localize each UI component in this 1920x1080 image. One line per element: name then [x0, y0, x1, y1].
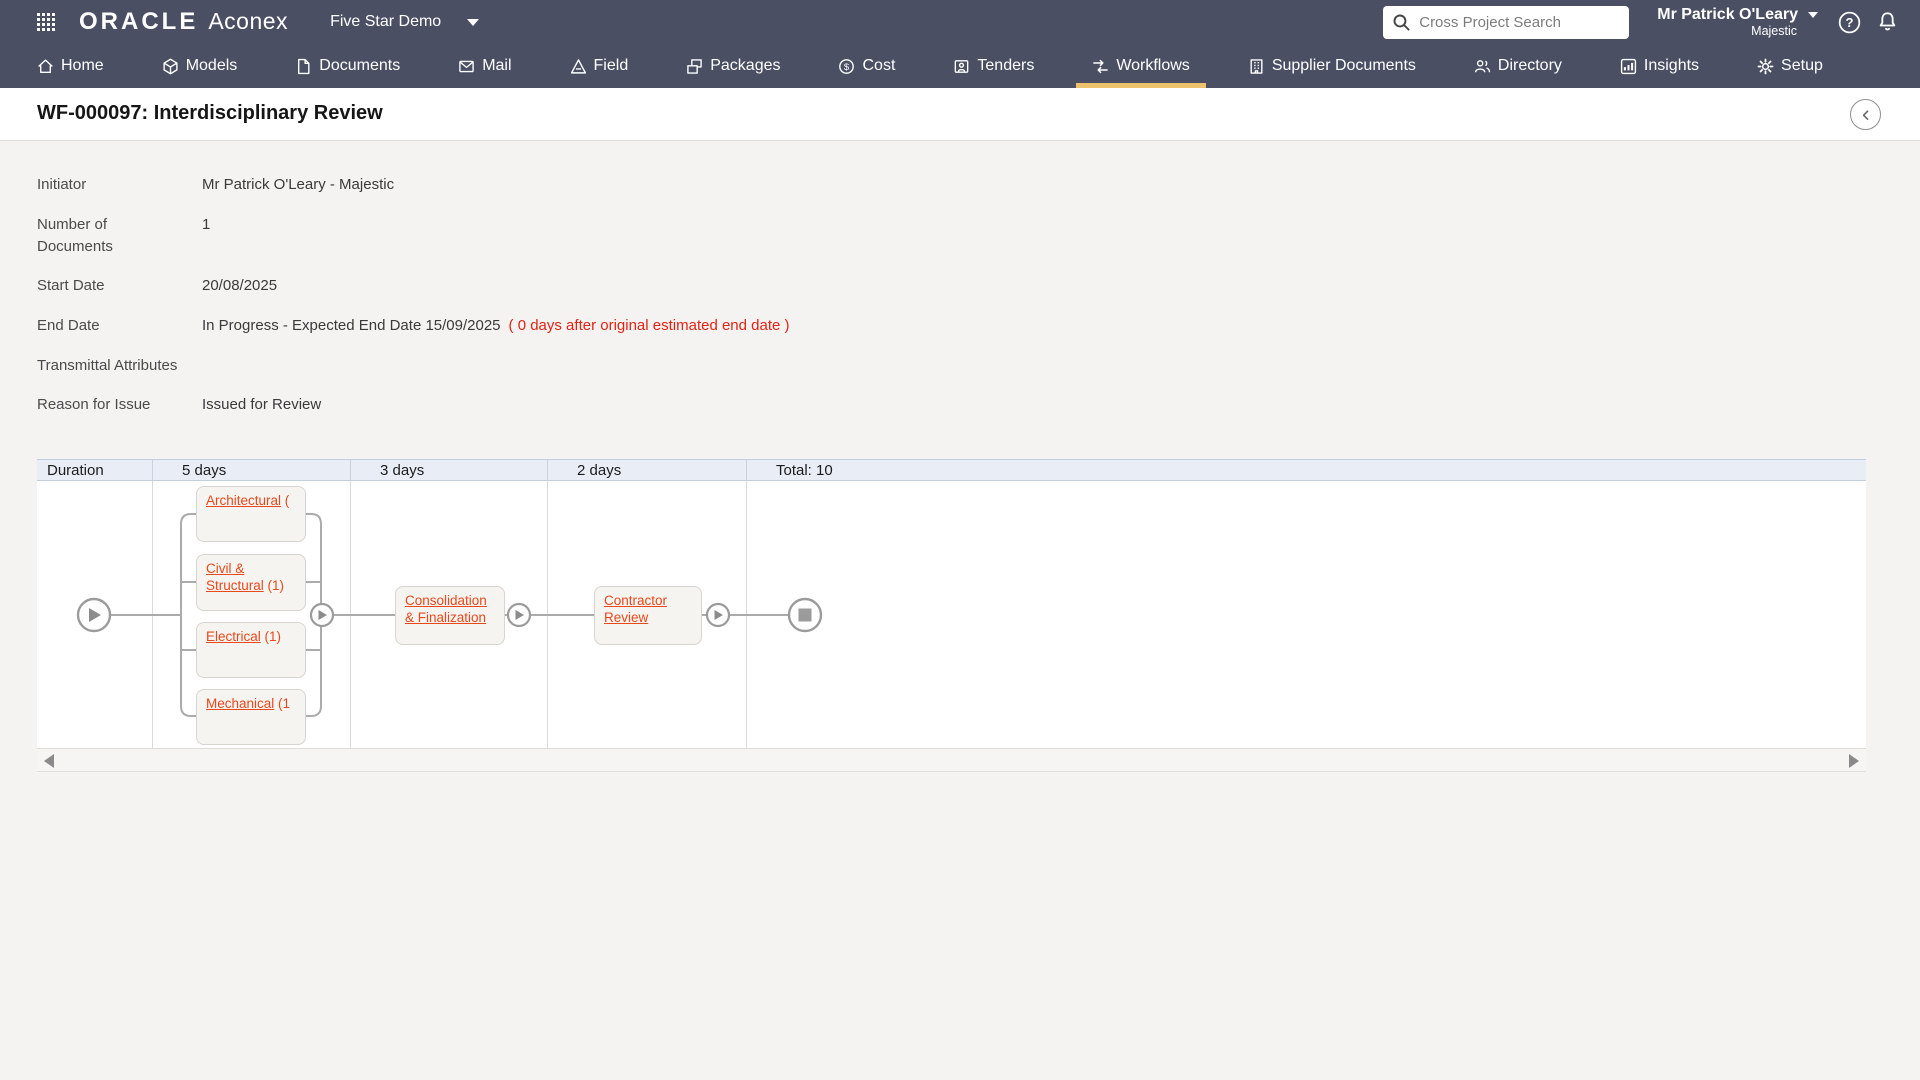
step-link[interactable]: Electrical	[206, 629, 261, 644]
mail-icon	[458, 58, 475, 75]
workflow-canvas: Architectural ( Civil & Structural (1) E…	[37, 481, 1866, 749]
column-header-step1-duration: 5 days	[152, 460, 350, 480]
detail-row-initiator: Initiator Mr Patrick O'Leary - Majestic	[37, 174, 394, 196]
nav-item-directory[interactable]: Directory	[1474, 44, 1562, 88]
stop-icon	[799, 609, 812, 622]
supplier-documents-icon	[1248, 58, 1265, 75]
scroll-right-button[interactable]	[1849, 754, 1859, 768]
nav-item-models[interactable]: Models	[162, 44, 238, 88]
nav-item-cost[interactable]: $ Cost	[838, 44, 895, 88]
project-name: Five Star Demo	[330, 13, 441, 31]
svg-text:$: $	[844, 61, 850, 72]
field-icon	[570, 58, 587, 75]
topbar: ORACLE Aconex Five Star Demo Mr Patrick …	[0, 0, 1920, 88]
setup-icon	[1757, 58, 1774, 75]
app-launcher-icon[interactable]	[37, 13, 55, 31]
workflow-step-mechanical: Mechanical (1	[196, 689, 306, 745]
start-node	[78, 599, 110, 631]
end-node	[789, 599, 821, 631]
initiator-value: Mr Patrick O'Leary - Majestic	[202, 174, 394, 196]
main-nav: Home Models Documents Mail Field Package…	[0, 44, 1920, 88]
brand-logo: ORACLE Aconex	[79, 8, 288, 36]
workflow-step-civil-structural: Civil & Structural (1)	[196, 554, 306, 611]
nav-item-workflows[interactable]: Workflows	[1092, 44, 1190, 88]
workflow-diagram: Duration 5 days 3 days 2 days Total: 10	[37, 459, 1866, 772]
search-icon	[1392, 13, 1411, 32]
nav-item-documents[interactable]: Documents	[295, 44, 400, 88]
column-header-step3-duration: 2 days	[547, 460, 746, 480]
page-title: WF-000097: Interdisciplinary Review	[37, 102, 383, 125]
step-link[interactable]: Architectural	[206, 493, 281, 508]
help-button[interactable]: ?	[1838, 11, 1861, 34]
workflow-step-electrical: Electrical (1)	[196, 622, 306, 678]
diagram-scrollbar[interactable]	[37, 749, 1866, 772]
detail-row-end-date: End Date In Progress - Expected End Date…	[37, 315, 790, 337]
oracle-wordmark: ORACLE	[79, 8, 198, 36]
detail-row-start-date: Start Date 20/08/2025	[37, 275, 277, 297]
chevron-left-icon	[1858, 107, 1874, 123]
workflow-detail-content: Initiator Mr Patrick O'Leary - Majestic …	[0, 141, 1920, 1080]
end-date-value: In Progress - Expected End Date 15/09/20…	[202, 315, 501, 337]
step-link[interactable]: Mechanical	[206, 696, 274, 711]
end-date-warning: ( 0 days after original estimated end da…	[509, 315, 790, 337]
user-name: Mr Patrick O'Leary	[1657, 6, 1798, 24]
step-node	[508, 604, 530, 626]
insights-icon	[1620, 58, 1637, 75]
search-input[interactable]	[1383, 6, 1629, 39]
workflow-connectors	[37, 481, 1866, 749]
start-date-value: 20/08/2025	[202, 275, 277, 297]
nav-item-tenders[interactable]: Tenders	[953, 44, 1034, 88]
notifications-button[interactable]	[1877, 11, 1898, 33]
nav-item-packages[interactable]: Packages	[686, 44, 780, 88]
nav-item-insights[interactable]: Insights	[1620, 44, 1699, 88]
merge-node	[311, 604, 333, 626]
nav-item-setup[interactable]: Setup	[1757, 44, 1823, 88]
duration-header-row: Duration 5 days 3 days 2 days Total: 10	[37, 459, 1866, 481]
column-header-step2-duration: 3 days	[350, 460, 547, 480]
cost-icon: $	[838, 58, 855, 75]
directory-icon	[1474, 58, 1491, 75]
project-selector[interactable]: Five Star Demo	[330, 13, 479, 31]
caret-down-icon	[1808, 12, 1818, 18]
reason-for-issue-value: Issued for Review	[202, 394, 321, 416]
caret-down-icon	[467, 19, 479, 26]
tenders-icon	[953, 58, 970, 75]
models-icon	[162, 58, 179, 75]
workflow-step-consolidation-finalization: Consolidation & Finalization	[395, 586, 505, 645]
user-menu[interactable]: Mr Patrick O'Leary Majestic	[1657, 6, 1818, 39]
collapse-panel-button[interactable]	[1850, 99, 1881, 130]
step-link[interactable]: Contractor Review	[604, 593, 667, 625]
page-title-bar: WF-000097: Interdisciplinary Review	[0, 88, 1920, 141]
nav-item-mail[interactable]: Mail	[458, 44, 511, 88]
detail-row-number-of-documents: Number of Documents 1	[37, 214, 210, 258]
product-name: Aconex	[208, 8, 288, 35]
packages-icon	[686, 58, 703, 75]
bell-icon	[1877, 11, 1898, 33]
topbar-brand-row: ORACLE Aconex Five Star Demo Mr Patrick …	[0, 0, 1920, 44]
nav-item-field[interactable]: Field	[570, 44, 629, 88]
home-icon	[37, 58, 54, 75]
help-icon: ?	[1838, 11, 1861, 34]
number-of-documents-value: 1	[202, 214, 210, 258]
column-header-total: Total: 10	[746, 460, 1866, 480]
cross-project-search	[1383, 6, 1629, 39]
nav-item-supplier-documents[interactable]: Supplier Documents	[1248, 44, 1416, 88]
step-link[interactable]: Consolidation & Finalization	[405, 593, 487, 625]
workflow-step-architectural: Architectural (	[196, 486, 306, 542]
step-link[interactable]: Civil & Structural	[206, 561, 264, 593]
workflows-icon	[1092, 58, 1109, 75]
svg-text:?: ?	[1846, 14, 1854, 29]
nav-item-home[interactable]: Home	[37, 44, 104, 88]
user-organization: Majestic	[1751, 24, 1818, 38]
detail-row-transmittal-attributes: Transmittal Attributes	[37, 355, 202, 377]
detail-row-reason-for-issue: Reason for Issue Issued for Review	[37, 394, 321, 416]
scroll-left-button[interactable]	[44, 754, 54, 768]
workflow-step-contractor-review: Contractor Review	[594, 586, 702, 645]
documents-icon	[295, 58, 312, 75]
column-header-duration: Duration	[37, 460, 152, 480]
step-node	[707, 604, 729, 626]
